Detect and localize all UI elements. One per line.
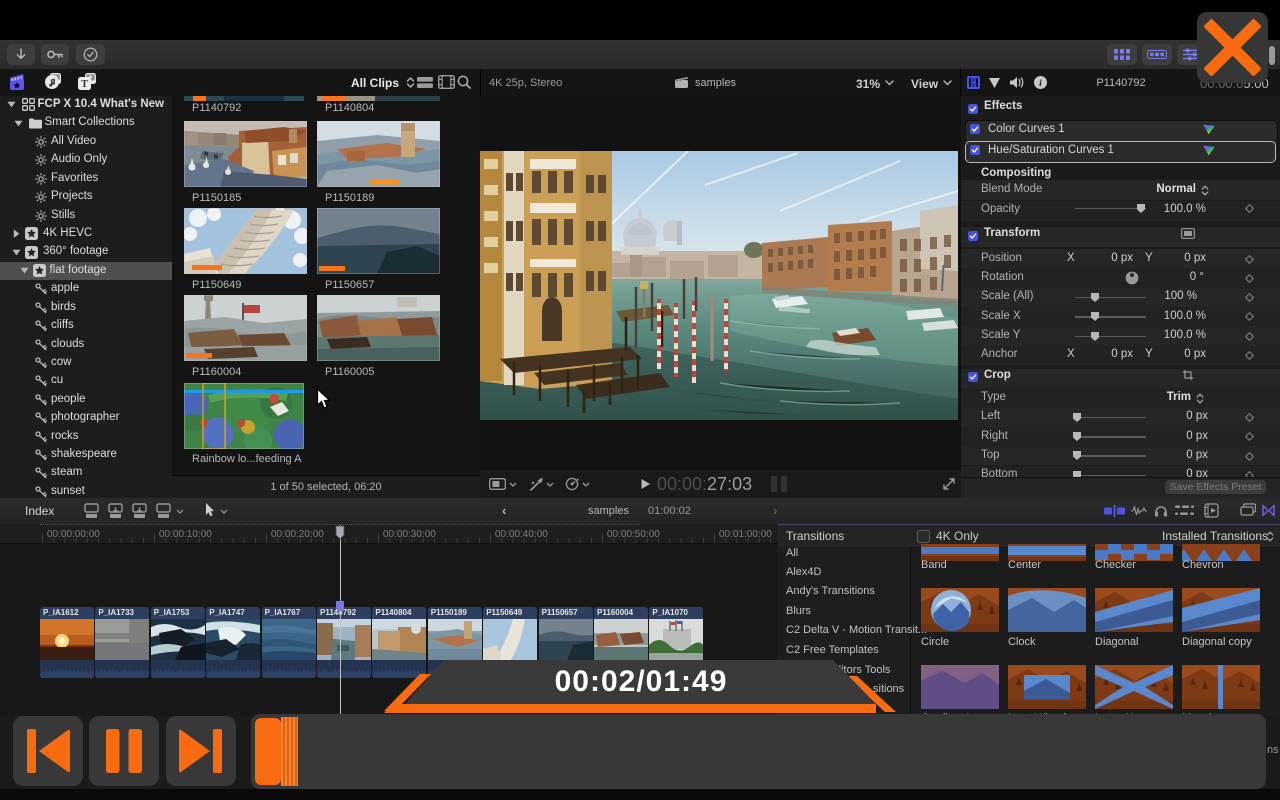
svg-text:00:02/01:49: 00:02/01:49 <box>555 665 728 698</box>
svg-text:T: T <box>81 79 88 90</box>
svg-text:i: i <box>1039 79 1042 89</box>
